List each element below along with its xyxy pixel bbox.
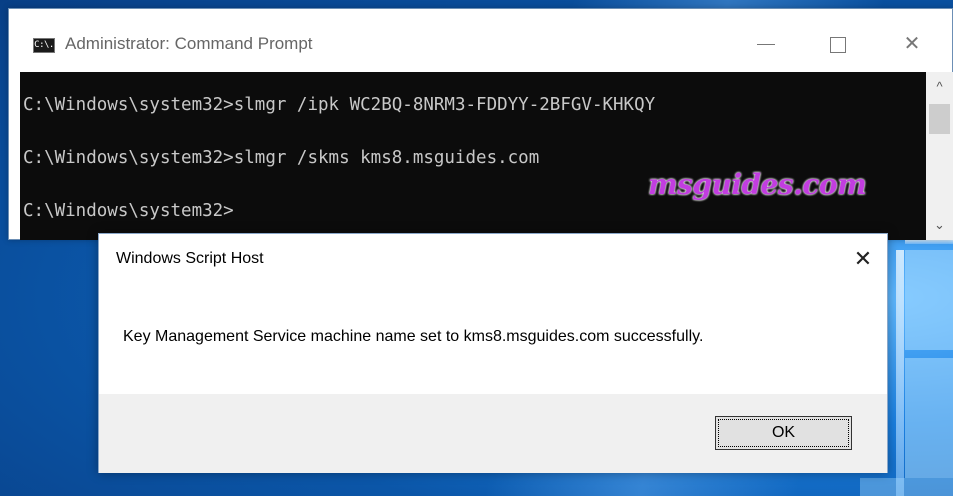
window-title: Administrator: Command Prompt [65, 34, 313, 53]
console-prompt-line: C:\Windows\system32> [23, 201, 234, 221]
scroll-down-icon[interactable]: ⌄ [926, 214, 953, 236]
command-prompt-window[interactable]: C:\. Administrator: Command Prompt ✕ C:\… [8, 8, 953, 240]
cmd-app-icon: C:\. [33, 38, 55, 53]
maximize-icon [830, 36, 846, 53]
ok-button[interactable]: OK [715, 416, 852, 450]
minimize-button[interactable] [743, 26, 789, 62]
maximize-button[interactable] [815, 26, 861, 62]
dialog-message: Key Management Service machine name set … [123, 328, 704, 345]
close-icon: ✕ [853, 246, 873, 271]
scroll-thumb[interactable] [929, 104, 950, 134]
dialog-footer: OK [99, 394, 887, 473]
close-button[interactable]: ✕ [889, 26, 935, 62]
dialog-title: Windows Script Host [116, 250, 264, 267]
console-output[interactable]: C:\Windows\system32>slmgr /ipk WC2BQ-8NR… [20, 72, 926, 240]
cmd-title-bar[interactable]: C:\. Administrator: Command Prompt ✕ [9, 9, 952, 72]
minimize-icon [757, 43, 775, 46]
close-icon: ✕ [903, 33, 921, 55]
watermark-logo: msguides.com [648, 168, 867, 201]
windows-script-host-dialog[interactable]: Windows Script Host ✕ Key Management Ser… [98, 233, 888, 473]
dialog-close-button[interactable]: ✕ [843, 243, 883, 275]
vertical-scrollbar[interactable]: ^ ⌄ [926, 72, 953, 240]
console-line: C:\Windows\system32>slmgr /ipk WC2BQ-8NR… [23, 95, 656, 115]
scroll-up-icon[interactable]: ^ [926, 76, 953, 98]
